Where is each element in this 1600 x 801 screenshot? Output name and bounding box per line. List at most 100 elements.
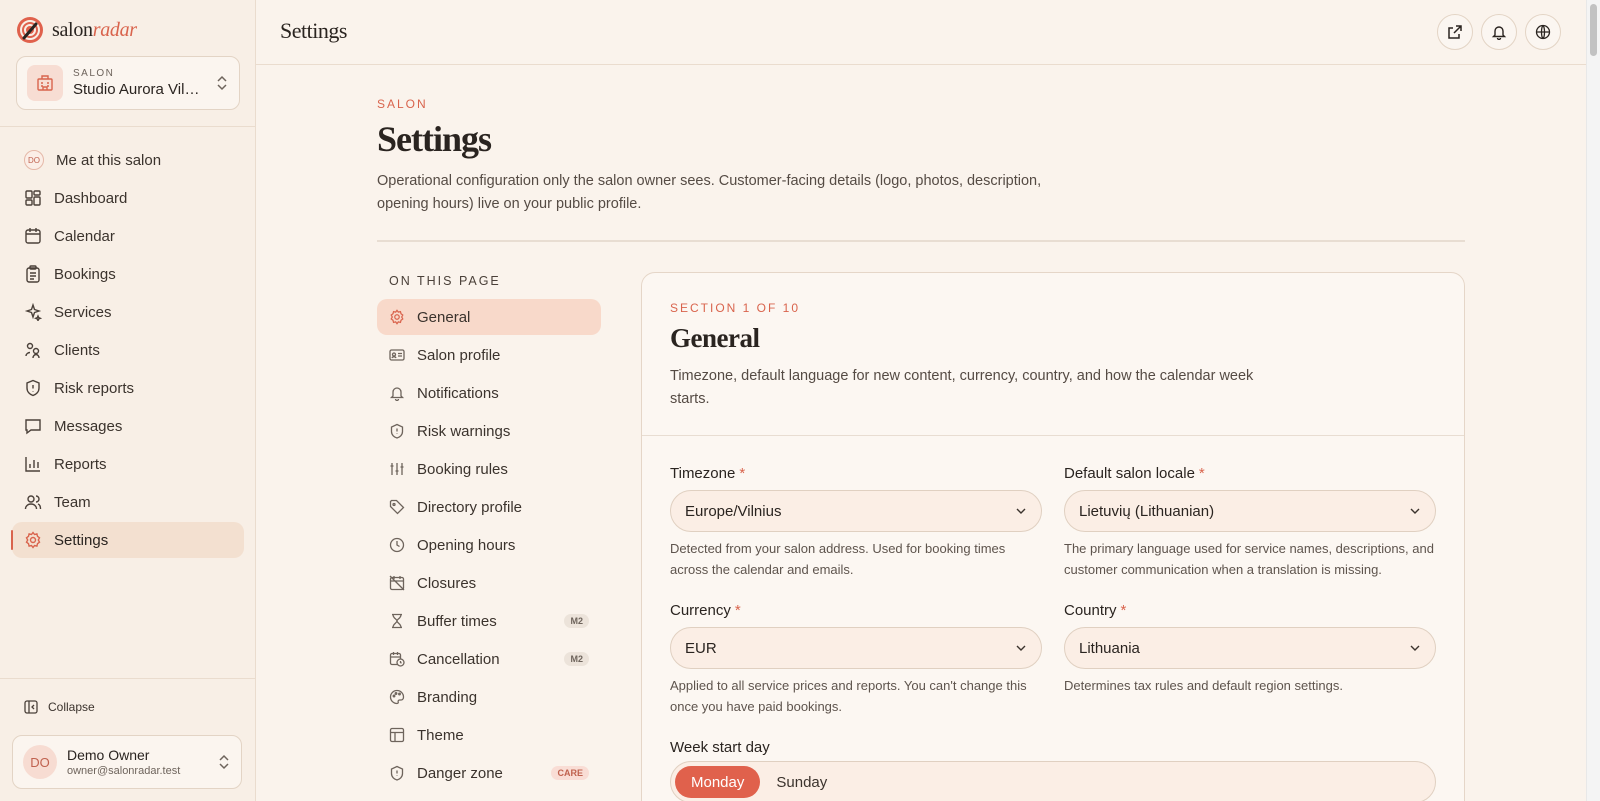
toc-item-label: Directory profile: [417, 498, 523, 516]
care-badge: CARE: [551, 766, 589, 780]
chevron-updown-icon: [219, 754, 229, 770]
calendar-off-icon: [389, 575, 405, 591]
currency-select[interactable]: EUR: [670, 627, 1042, 669]
toc-item-buffer-times[interactable]: Buffer times M2: [377, 603, 601, 639]
sidebar-item-me[interactable]: DO Me at this salon: [12, 142, 244, 178]
toc-item-booking-rules[interactable]: Booking rules: [377, 451, 601, 487]
bell-icon: [1491, 26, 1507, 40]
toc-item-label: Danger zone: [417, 764, 503, 782]
building-icon: [27, 65, 63, 101]
timezone-help: Detected from your salon address. Used f…: [670, 541, 1006, 577]
sidebar-item-services[interactable]: Services: [12, 294, 244, 330]
me-badge: DO: [24, 150, 44, 170]
scrollbar-thumb[interactable]: [1590, 4, 1597, 56]
milestone-badge: M2: [564, 652, 589, 666]
chevron-updown-icon: [217, 75, 227, 91]
bell-icon: [389, 387, 405, 401]
sidebar-item-settings[interactable]: Settings: [11, 522, 244, 558]
toc-heading: ON THIS PAGE: [389, 274, 501, 288]
currency-value: EUR: [685, 639, 717, 657]
country-field: Country * Lithuania Determines tax rules …: [1064, 602, 1436, 696]
sidebar-item-reports[interactable]: Reports: [12, 446, 244, 482]
sidebar-item-calendar[interactable]: Calendar: [12, 218, 244, 254]
external-link-icon: [1448, 25, 1462, 39]
toc-item-closures[interactable]: Closures: [377, 565, 601, 601]
toc-item-cancellation[interactable]: Cancellation M2: [377, 641, 601, 677]
toc-item-label: Opening hours: [417, 536, 516, 554]
brand-logo[interactable]: salonradar: [16, 15, 137, 45]
palette-icon: [389, 689, 405, 705]
user-menu[interactable]: DO Demo Owner owner@salonradar.test: [12, 735, 242, 789]
milestone-badge: M2: [564, 614, 589, 628]
toc-item-opening-hours[interactable]: Opening hours: [377, 527, 601, 563]
toc-item-theme[interactable]: Theme: [377, 717, 601, 753]
toc-item-danger-zone[interactable]: Danger zone CARE: [377, 755, 601, 791]
week-start-monday[interactable]: Monday: [675, 766, 761, 798]
sliders-icon: [390, 463, 404, 475]
sidebar-item-label: Reports: [54, 455, 107, 473]
notifications-button[interactable]: [1481, 14, 1517, 50]
settings-toc: General Salon profile Notifications Risk…: [377, 299, 601, 793]
toc-item-branding[interactable]: Branding: [377, 679, 601, 715]
week-start-label: Week start day: [670, 739, 770, 756]
chevron-down-icon: [1410, 645, 1420, 651]
sidebar-item-messages[interactable]: Messages: [12, 408, 244, 444]
sidebar-item-label: Team: [54, 493, 91, 511]
sidebar-item-clients[interactable]: Clients: [12, 332, 244, 368]
general-section-card: SECTION 1 OF 10 General Timezone, defaul…: [641, 272, 1465, 801]
timezone-label: Timezone *: [670, 465, 746, 482]
sidebar-item-dashboard[interactable]: Dashboard: [12, 180, 244, 216]
sidebar-item-label: Clients: [54, 341, 100, 359]
timezone-value: Europe/Vilnius: [685, 502, 782, 520]
section-title: General: [670, 323, 760, 353]
country-help: Determines tax rules and default region …: [1064, 678, 1343, 693]
topbar-title: Settings: [280, 18, 347, 43]
toc-item-label: Closures: [417, 574, 477, 592]
week-start-toggle: Monday Sunday: [670, 761, 1436, 801]
sidebar-item-label: Risk reports: [54, 379, 135, 397]
toc-item-label: Theme: [417, 726, 464, 744]
sidebar-item-bookings[interactable]: Bookings: [12, 256, 244, 292]
toc-item-notifications[interactable]: Notifications: [377, 375, 601, 411]
open-public-profile-button[interactable]: [1437, 14, 1473, 50]
toc-item-label: Notifications: [417, 384, 499, 402]
user-name: Demo Owner: [67, 747, 150, 763]
currency-label: Currency *: [670, 602, 741, 619]
toc-item-salon-profile[interactable]: Salon profile: [377, 337, 601, 373]
tag-icon: [389, 499, 405, 515]
page-scrollbar[interactable]: [1586, 0, 1600, 801]
country-label: Country *: [1064, 602, 1127, 619]
shield-icon: [26, 379, 40, 397]
message-icon: [25, 419, 41, 435]
collapse-button[interactable]: Collapse: [24, 700, 95, 714]
toc-item-label: Risk warnings: [417, 422, 511, 440]
topbar: Settings: [256, 0, 1586, 65]
user-email: owner@salonradar.test: [67, 765, 181, 777]
toc-item-risk-warnings[interactable]: Risk warnings: [377, 413, 601, 449]
sidebar-item-label: Me at this salon: [56, 151, 162, 169]
language-button[interactable]: [1525, 14, 1561, 50]
sidebar-item-risk-reports[interactable]: Risk reports: [12, 370, 244, 406]
toc-item-general[interactable]: General: [377, 299, 601, 335]
chevron-down-icon: [1410, 508, 1420, 514]
clients-icon: [25, 342, 40, 359]
week-start-sunday[interactable]: Sunday: [760, 766, 843, 798]
toc-item-label: Booking rules: [417, 460, 508, 478]
locale-select[interactable]: Lietuvių (Lithuanian): [1064, 490, 1436, 532]
sidebar-item-label: Messages: [54, 417, 123, 435]
timezone-select[interactable]: Europe/Vilnius: [670, 490, 1042, 532]
salon-switcher[interactable]: SALON Studio Aurora Vilnius: [16, 56, 240, 110]
sidebar-item-team[interactable]: Team: [12, 484, 244, 520]
id-card-icon: [389, 349, 405, 361]
clipboard-icon: [26, 265, 40, 283]
section-divider: [642, 435, 1464, 436]
bar-chart-icon: [25, 457, 40, 472]
country-select[interactable]: Lithuania: [1064, 627, 1436, 669]
toc-item-directory-profile[interactable]: Directory profile: [377, 489, 601, 525]
page-kicker: SALON: [377, 97, 428, 111]
sidebar-item-label: Dashboard: [54, 189, 128, 207]
calendar-icon: [25, 228, 41, 244]
locale-label: Default salon locale *: [1064, 465, 1205, 482]
gear-icon: [390, 309, 404, 325]
avatar: DO: [23, 745, 57, 779]
